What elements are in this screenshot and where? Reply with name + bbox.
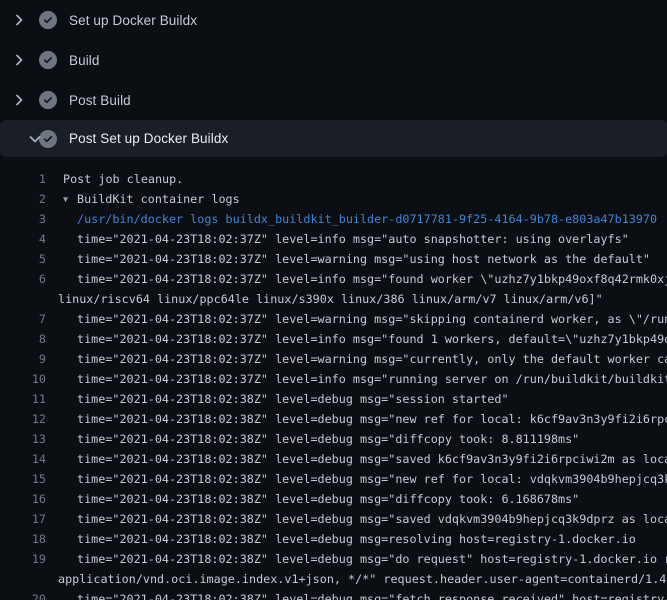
log-line: 2▼BuildKit container logs: [0, 189, 667, 209]
step-header-collapsed[interactable]: Set up Docker Buildx: [0, 0, 667, 40]
log-line: 14time="2021-04-23T18:02:38Z" level=debu…: [0, 449, 667, 469]
log-line-number: [0, 289, 46, 309]
log-line: 1Post job cleanup.: [0, 169, 667, 189]
log-line: 6time="2021-04-23T18:02:37Z" level=info …: [0, 269, 667, 289]
log-line-number: [0, 569, 46, 589]
log-line: 9time="2021-04-23T18:02:37Z" level=warni…: [0, 349, 667, 369]
check-circle-icon: [39, 11, 57, 29]
log-line-number[interactable]: 19: [0, 549, 46, 569]
step-label: Set up Docker Buildx: [69, 13, 197, 28]
log-line: 13time="2021-04-23T18:02:38Z" level=debu…: [0, 429, 667, 449]
log-text: application/vnd.oci.image.index.v1+json,…: [46, 569, 667, 589]
step-list: Set up Docker Buildx Build Post Build Post …: [0, 0, 667, 157]
log-line: 5time="2021-04-23T18:02:37Z" level=warni…: [0, 249, 667, 269]
log-text: time="2021-04-23T18:02:38Z" level=debug …: [46, 529, 667, 549]
chevron-right-icon: [11, 52, 27, 68]
log-line-number[interactable]: 17: [0, 509, 46, 529]
log-line: 8time="2021-04-23T18:02:37Z" level=info …: [0, 329, 667, 349]
step-header-expanded[interactable]: Post Set up Docker Buildx: [0, 120, 667, 157]
log-text: time="2021-04-23T18:02:37Z" level=info m…: [46, 329, 667, 349]
log-line: 4time="2021-04-23T18:02:37Z" level=info …: [0, 229, 667, 249]
log-text: time="2021-04-23T18:02:37Z" level=info m…: [46, 269, 667, 289]
log-line-number[interactable]: 16: [0, 489, 46, 509]
log-line-number[interactable]: 14: [0, 449, 46, 469]
step-label: Build: [69, 53, 100, 68]
log-line-number[interactable]: 18: [0, 529, 46, 549]
group-label[interactable]: BuildKit container logs: [77, 192, 240, 206]
log-line-number[interactable]: 12: [0, 409, 46, 429]
log-line-number[interactable]: 7: [0, 309, 46, 329]
log-line-number[interactable]: 9: [0, 349, 46, 369]
log-line: 10time="2021-04-23T18:02:37Z" level=info…: [0, 369, 667, 389]
log-text: time="2021-04-23T18:02:38Z" level=debug …: [46, 429, 667, 449]
log-line: 17time="2021-04-23T18:02:38Z" level=debu…: [0, 509, 667, 529]
log-line-number[interactable]: 20: [0, 589, 46, 600]
log-line: 20time="2021-04-23T18:02:38Z" level=debu…: [0, 589, 667, 600]
log-line-number[interactable]: 13: [0, 429, 46, 449]
log-line-number[interactable]: 2: [0, 189, 46, 209]
log-text: time="2021-04-23T18:02:38Z" level=debug …: [46, 549, 667, 569]
log-text: time="2021-04-23T18:02:38Z" level=debug …: [46, 589, 667, 600]
step-header-collapsed[interactable]: Post Build: [0, 80, 667, 120]
log-command-text: /usr/bin/docker logs buildx_buildkit_bui…: [46, 209, 667, 229]
log-line: 12time="2021-04-23T18:02:38Z" level=debu…: [0, 409, 667, 429]
log-line: 19time="2021-04-23T18:02:38Z" level=debu…: [0, 549, 667, 569]
log-text: time="2021-04-23T18:02:38Z" level=debug …: [46, 469, 667, 489]
log-text: linux/riscv64 linux/ppc64le linux/s390x …: [46, 289, 667, 309]
log-line-number[interactable]: 1: [0, 169, 46, 189]
log-line: 7time="2021-04-23T18:02:37Z" level=warni…: [0, 309, 667, 329]
log-line: 18time="2021-04-23T18:02:38Z" level=debu…: [0, 529, 667, 549]
step-label: Post Set up Docker Buildx: [69, 131, 228, 146]
log-line: application/vnd.oci.image.index.v1+json,…: [0, 569, 667, 589]
log-viewer: 1Post job cleanup.2▼BuildKit container l…: [0, 157, 667, 600]
log-line: 3/usr/bin/docker logs buildx_buildkit_bu…: [0, 209, 667, 229]
log-line-number[interactable]: 6: [0, 269, 46, 289]
log-line: 11time="2021-04-23T18:02:38Z" level=debu…: [0, 389, 667, 409]
log-line: 15time="2021-04-23T18:02:38Z" level=debu…: [0, 469, 667, 489]
log-line-number[interactable]: 4: [0, 229, 46, 249]
log-line-number[interactable]: 8: [0, 329, 46, 349]
log-line: linux/riscv64 linux/ppc64le linux/s390x …: [0, 289, 667, 309]
chevron-right-icon: [11, 92, 27, 108]
log-text: time="2021-04-23T18:02:37Z" level=warnin…: [46, 349, 667, 369]
group-expanded-triangle-icon: ▼: [63, 190, 77, 209]
log-text: time="2021-04-23T18:02:38Z" level=debug …: [46, 389, 667, 409]
log-text: Post job cleanup.: [46, 169, 667, 189]
log-text: time="2021-04-23T18:02:38Z" level=debug …: [46, 449, 667, 469]
log-line-number[interactable]: 10: [0, 369, 46, 389]
check-circle-icon: [39, 51, 57, 69]
log-group-toggle[interactable]: ▼BuildKit container logs: [46, 189, 667, 209]
step-label: Post Build: [69, 93, 131, 108]
log-text: time="2021-04-23T18:02:37Z" level=warnin…: [46, 249, 667, 269]
step-header-collapsed[interactable]: Build: [0, 40, 667, 80]
check-circle-icon: [39, 91, 57, 109]
log-text: time="2021-04-23T18:02:37Z" level=info m…: [46, 229, 667, 249]
log-line-number[interactable]: 5: [0, 249, 46, 269]
log-text: time="2021-04-23T18:02:37Z" level=warnin…: [46, 309, 667, 329]
log-line-number[interactable]: 3: [0, 209, 46, 229]
log-text: time="2021-04-23T18:02:38Z" level=debug …: [46, 489, 667, 509]
log-text: time="2021-04-23T18:02:38Z" level=debug …: [46, 409, 667, 429]
log-line: 16time="2021-04-23T18:02:38Z" level=debu…: [0, 489, 667, 509]
log-text: time="2021-04-23T18:02:37Z" level=info m…: [46, 369, 667, 389]
log-line-number[interactable]: 15: [0, 469, 46, 489]
chevron-right-icon: [11, 12, 27, 28]
log-line-number[interactable]: 11: [0, 389, 46, 409]
chevron-down-icon: [11, 131, 27, 147]
workflow-log-panel: Set up Docker Buildx Build Post Build Post …: [0, 0, 667, 600]
log-text: time="2021-04-23T18:02:38Z" level=debug …: [46, 509, 667, 529]
